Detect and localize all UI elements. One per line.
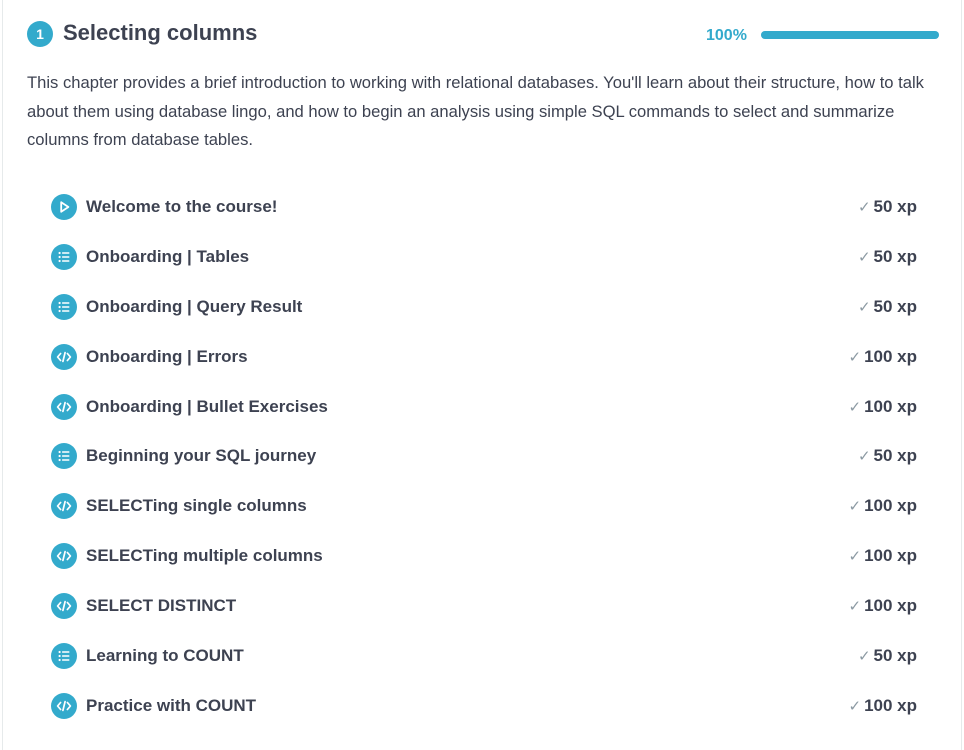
exercise-xp-value: 100 xp [864, 496, 917, 516]
check-icon: ✓ [857, 248, 871, 266]
exercise-item[interactable]: Onboarding | Tables ✓ 50 xp [49, 232, 917, 282]
exercise-xp: ✓ 100 xp [848, 545, 917, 568]
check-icon: ✓ [857, 648, 871, 666]
exercise-xp-value: 100 xp [864, 695, 917, 715]
chapter-card: 1 Selecting columns 100% This chapter pr… [2, 0, 962, 750]
check-icon: ✓ [857, 448, 871, 466]
check-icon: ✓ [857, 298, 871, 316]
exercise-xp-value: 100 xp [864, 596, 917, 616]
list-icon [51, 243, 77, 270]
exercise-xp: ✓ 50 xp [858, 246, 917, 269]
progress-percent: 100% [706, 27, 747, 44]
exercise-xp-value: 50 xp [873, 646, 917, 666]
chapter-header: 1 Selecting columns 100% [27, 18, 939, 50]
exercise-xp: ✓ 50 xp [858, 296, 917, 319]
exercise-title[interactable]: SELECTing multiple columns [86, 545, 323, 567]
chapter-number-badge: 1 [27, 21, 53, 47]
progress-bar [761, 31, 939, 39]
check-icon: ✓ [857, 199, 871, 216]
exercise-item[interactable]: Onboarding | Bullet Exercises ✓ 100 xp [49, 382, 917, 432]
check-icon: ✓ [848, 598, 862, 616]
exercise-xp: ✓ 100 xp [848, 695, 917, 718]
check-icon: ✓ [848, 697, 862, 715]
exercise-item[interactable]: Onboarding | Errors ✓ 100 xp [49, 332, 917, 382]
exercise-item[interactable]: Welcome to the course! ✓ 50 xp [49, 182, 917, 232]
exercise-item[interactable]: Learning to COUNT ✓ 50 xp [49, 631, 917, 681]
exercise-xp: ✓ 100 xp [848, 396, 917, 419]
exercise-xp: ✓ 100 xp [848, 495, 917, 518]
exercise-xp: ✓ 100 xp [848, 595, 917, 618]
code-icon [51, 543, 77, 570]
exercise-xp: ✓ 50 xp [858, 445, 917, 468]
check-icon: ✓ [848, 548, 862, 566]
list-icon [51, 643, 77, 670]
exercise-xp: ✓ 50 xp [858, 196, 917, 219]
exercise-title[interactable]: Onboarding | Query Result [86, 296, 302, 318]
exercise-item[interactable]: Practice with COUNT ✓ 100 xp [49, 681, 917, 731]
exercise-xp: ✓ 100 xp [848, 346, 917, 369]
list-icon [51, 293, 77, 320]
exercise-title[interactable]: Welcome to the course! [86, 196, 277, 218]
exercise-item[interactable]: SELECTing single columns ✓ 100 xp [49, 481, 917, 531]
check-icon: ✓ [848, 398, 862, 416]
exercise-xp-value: 50 xp [873, 197, 917, 216]
exercise-xp-value: 100 xp [864, 396, 917, 416]
exercise-xp-value: 100 xp [864, 546, 917, 566]
check-icon: ✓ [848, 498, 862, 516]
exercise-title[interactable]: Beginning your SQL journey [86, 445, 316, 467]
exercise-xp-value: 50 xp [873, 246, 917, 266]
chapter-description: This chapter provides a brief introducti… [27, 73, 924, 149]
exercise-title[interactable]: Learning to COUNT [86, 645, 244, 667]
exercise-title[interactable]: Onboarding | Errors [86, 346, 248, 368]
progress-bar-fill [761, 31, 939, 39]
exercise-title[interactable]: Onboarding | Bullet Exercises [86, 396, 328, 418]
code-icon [51, 593, 77, 620]
exercise-item[interactable]: SELECTing multiple columns ✓ 100 xp [49, 531, 917, 581]
exercise-title[interactable]: SELECTing single columns [86, 495, 307, 517]
exercise-title[interactable]: SELECT DISTINCT [86, 595, 236, 617]
chapter-title[interactable]: Selecting columns [63, 18, 257, 48]
exercise-title[interactable]: Practice with COUNT [86, 695, 256, 717]
exercise-item[interactable]: SELECT DISTINCT ✓ 100 xp [49, 581, 917, 631]
exercise-item[interactable]: Beginning your SQL journey ✓ 50 xp [49, 431, 917, 481]
code-icon [51, 692, 77, 719]
exercise-xp-value: 50 xp [873, 296, 917, 316]
code-icon [51, 343, 77, 370]
play-icon [51, 194, 77, 220]
exercise-xp-value: 100 xp [864, 346, 917, 366]
exercise-xp-value: 50 xp [873, 446, 917, 466]
exercise-title[interactable]: Onboarding | Tables [86, 246, 249, 268]
check-icon: ✓ [848, 348, 862, 366]
code-icon [51, 493, 77, 520]
list-icon [51, 443, 77, 470]
exercise-list: Welcome to the course! ✓ 50 xp Onboarding… [49, 182, 917, 731]
code-icon [51, 393, 77, 420]
exercise-item[interactable]: Onboarding | Query Result ✓ 50 xp [49, 282, 917, 332]
exercise-xp: ✓ 50 xp [858, 645, 917, 668]
